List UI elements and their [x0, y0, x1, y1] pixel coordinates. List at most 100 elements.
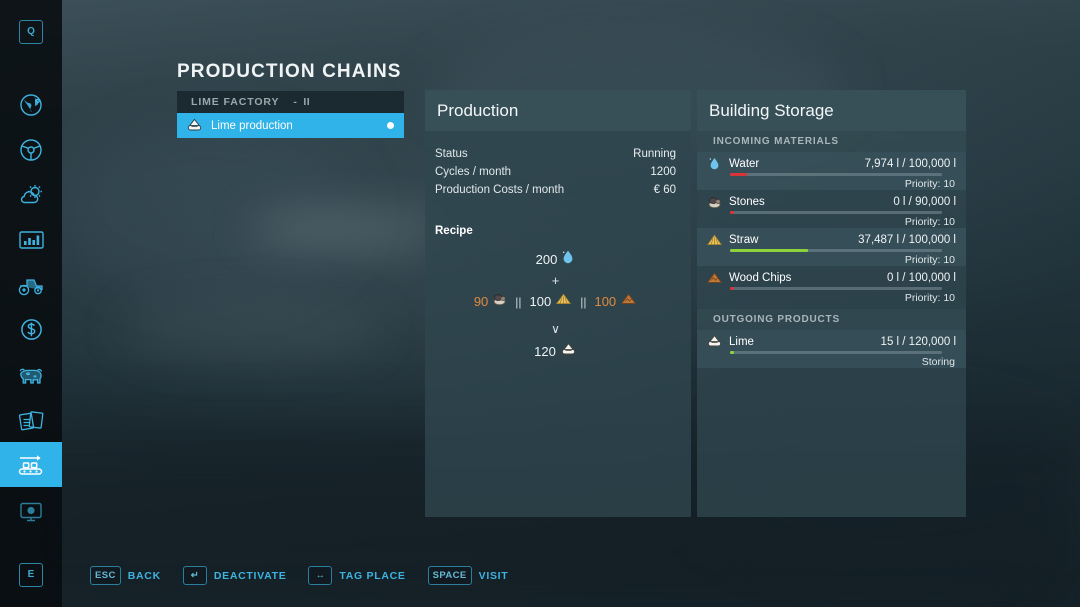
- storage-row-name: Stones: [729, 195, 765, 208]
- storage-row-wood-chips[interactable]: Wood Chips 0 l / 100,000 l Priority: 10: [697, 266, 966, 304]
- documents-icon: [18, 408, 45, 432]
- factory-group-name: LIME FACTORY: [191, 96, 280, 108]
- production-details: Status Running Cycles / month 1200 Produ…: [425, 131, 691, 363]
- factory-group-level: II: [303, 96, 311, 108]
- production-stat-status: Status Running: [434, 145, 677, 163]
- storage-row-quantity: 37,487 l / 100,000 l: [858, 233, 956, 246]
- stat-key: Status: [435, 148, 468, 160]
- stat-key: Production Costs / month: [435, 184, 565, 196]
- left-sidebar[interactable]: Q E: [0, 0, 62, 607]
- stat-value: 1200: [650, 166, 676, 178]
- hint-label: DEACTIVATE: [213, 569, 287, 582]
- recipe-amount: 120: [534, 344, 556, 359]
- recipe-arrow: ∨: [551, 322, 560, 336]
- storage-row-lime[interactable]: Lime 15 l / 120,000 l Storing: [697, 330, 966, 368]
- hint-back[interactable]: ESC BACK: [90, 566, 161, 585]
- storage-row-quantity: 7,974 l / 100,000 l: [864, 157, 956, 170]
- storage-fill-bar-track: [730, 249, 942, 252]
- building-storage-panel: Building Storage INCOMING MATERIALS Wate…: [697, 90, 966, 517]
- dollar-coin-icon: [19, 317, 44, 342]
- recipe-input-alternatives: 90 || 100 || 100: [434, 291, 677, 313]
- lime-icon: [560, 342, 577, 363]
- storage-row-priority: Priority: 10: [904, 254, 955, 266]
- storage-row-quantity: 0 l / 90,000 l: [893, 195, 956, 208]
- storage-section-outgoing-label: OUTGOING PRODUCTS: [697, 309, 966, 330]
- factory-list[interactable]: LIME FACTORY - II Lime production: [177, 91, 404, 138]
- storage-row-name: Water: [729, 157, 760, 170]
- stat-key: Cycles / month: [435, 166, 512, 178]
- globe-icon: [18, 92, 44, 118]
- recipe-amount: 200: [535, 252, 558, 267]
- production-panel: Production Status Running Cycles / month…: [425, 90, 691, 517]
- radio-monitor-icon: [18, 500, 44, 524]
- storage-row-water[interactable]: Water 7,974 l / 100,000 l Priority: 10: [697, 152, 966, 190]
- storage-fill-bar: [730, 173, 747, 176]
- storage-row-name: Lime: [729, 335, 754, 348]
- sidebar-item-finances[interactable]: [0, 307, 62, 352]
- conveyor-belt-icon: [16, 452, 46, 478]
- steering-wheel-icon: [18, 137, 44, 163]
- storage-fill-bar: [730, 249, 809, 252]
- list-item-lime-production[interactable]: Lime production: [177, 113, 404, 138]
- sidebar-item-vehicles[interactable]: [0, 127, 62, 172]
- game-screen: Q E PRODUCTION CHAINS LIME FACTORY - II …: [0, 0, 1080, 607]
- sidebar-item-machines[interactable]: [0, 262, 62, 307]
- status-dot: [387, 122, 394, 129]
- recipe-amount: 100: [594, 294, 617, 309]
- sidebar-item-key-e[interactable]: E: [0, 552, 62, 597]
- sidebar-item-statistics[interactable]: [0, 217, 62, 262]
- storage-row-quantity: 0 l / 100,000 l: [886, 271, 956, 284]
- recipe-alt-separator: ||: [580, 295, 587, 309]
- sidebar-item-weather[interactable]: [0, 172, 62, 217]
- storage-row-priority: Priority: 10: [904, 178, 955, 190]
- stat-value: € 60: [653, 184, 676, 196]
- recipe-item-straw: 100: [530, 292, 573, 312]
- storage-fill-bar-track: [730, 287, 942, 290]
- water-drop-icon: [561, 249, 575, 271]
- hint-visit[interactable]: SPACE VISIT: [427, 566, 509, 585]
- factory-group-level-separator: -: [293, 96, 298, 108]
- storage-row-header: Lime 15 l / 120,000 l: [705, 334, 956, 349]
- lime-icon: [705, 334, 723, 349]
- production-panel-title: Production: [437, 100, 519, 120]
- enter-key-icon: ↵: [182, 566, 207, 585]
- storage-panel-title: Building Storage: [709, 100, 834, 120]
- list-item-label: Lime production: [211, 119, 293, 132]
- recipe-item-stones: 90: [474, 292, 507, 312]
- recipe-item-water: 200: [536, 249, 576, 271]
- hint-label: TAG PLACE: [339, 569, 406, 582]
- storage-row-quantity: 15 l / 120,000 l: [880, 335, 956, 348]
- sidebar-item-key-q[interactable]: Q: [0, 9, 62, 54]
- storage-row-straw[interactable]: Straw 37,487 l / 100,000 l Priority: 10: [697, 228, 966, 266]
- storage-fill-bar-track: [730, 211, 942, 214]
- escape-key-icon: ESC: [90, 566, 121, 585]
- recipe-output: 120: [434, 341, 677, 363]
- letter-e-key-icon: E: [19, 562, 43, 587]
- recipe-item-wood-chips: 100: [594, 292, 637, 312]
- production-stat-cycles: Cycles / month 1200: [434, 163, 677, 181]
- storage-row-header: Stones 0 l / 90,000 l: [705, 194, 956, 209]
- storage-panel-header: Building Storage: [697, 90, 966, 131]
- sidebar-item-production-chains[interactable]: [0, 442, 62, 487]
- action-hint-bar: ESC BACK ↵ DEACTIVATE ↔ TAG PLACE SPACE …: [90, 566, 508, 585]
- recipe-amount: 100: [529, 294, 552, 309]
- hint-label: VISIT: [478, 569, 509, 582]
- recipe-input-primary: 200: [434, 249, 677, 271]
- hint-label: BACK: [127, 569, 161, 582]
- space-key-icon: SPACE: [427, 566, 472, 585]
- sidebar-item-contracts[interactable]: [0, 397, 62, 442]
- recipe-plus-sign: +: [551, 273, 560, 288]
- straw-icon: [555, 292, 572, 312]
- hint-deactivate[interactable]: ↵ DEACTIVATE: [182, 566, 287, 585]
- recipe-diagram: 200 + 90 || 100 || 100 ∨ 120: [434, 249, 677, 363]
- background-structure: [250, 215, 440, 241]
- sidebar-item-radio[interactable]: [0, 489, 62, 534]
- recipe-alt-separator: ||: [515, 295, 522, 309]
- production-panel-header: Production: [425, 90, 691, 131]
- storage-row-stones[interactable]: Stones 0 l / 90,000 l Priority: 10: [697, 190, 966, 228]
- hint-tag-place[interactable]: ↔ TAG PLACE: [308, 566, 405, 585]
- sidebar-item-map[interactable]: [0, 82, 62, 127]
- recipe-item-lime: 120: [534, 342, 577, 363]
- sidebar-item-animals[interactable]: [0, 352, 62, 397]
- production-stat-costs: Production Costs / month € 60: [434, 181, 677, 199]
